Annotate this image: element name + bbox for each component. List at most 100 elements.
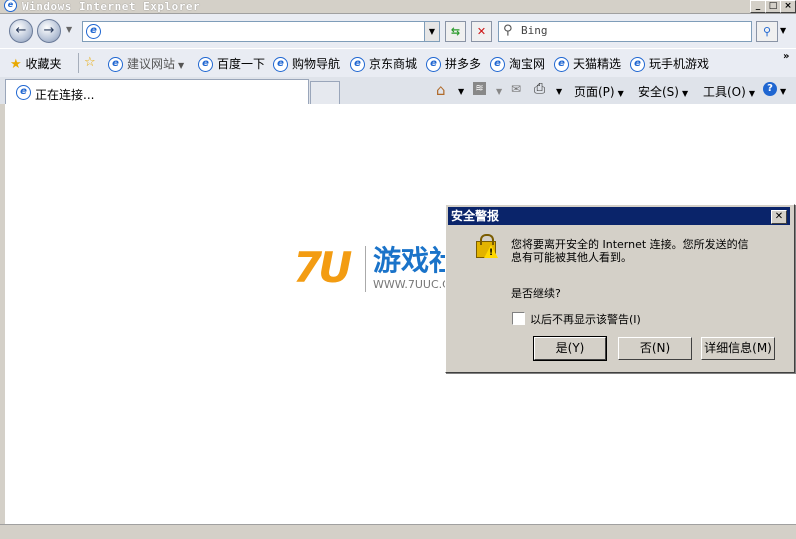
safety-menu[interactable]: 安全(S) ▼ <box>638 83 688 100</box>
tab-current[interactable]: e 正在连接... <box>5 79 309 105</box>
security-alert-dialog: 安全警报 ✕ ! 您将要离开安全的 Internet 连接。您所发送的信 息有可… <box>445 204 795 373</box>
yes-button[interactable]: 是(Y) <box>533 336 607 361</box>
window-title: Windows Internet Explorer <box>22 0 201 13</box>
fav-label: 玩手机游戏 <box>649 57 710 71</box>
fav-item-taobao[interactable]: e 淘宝网 <box>490 55 545 72</box>
rss-icon: ≋ <box>475 83 484 94</box>
add-star-icon: ☆ <box>84 55 96 70</box>
help-button[interactable]: ? <box>763 82 777 96</box>
favorites-button[interactable]: ★ 收藏夹 <box>10 55 62 72</box>
feeds-button[interactable]: ≋ <box>473 82 486 95</box>
ie-page-icon: e <box>273 57 288 72</box>
stop-icon: ✕ <box>476 25 487 38</box>
home-icon: ⌂ <box>436 81 446 99</box>
address-dropdown-button[interactable]: ▼ <box>424 22 439 41</box>
dialog-close-button[interactable]: ✕ <box>771 210 787 224</box>
close-window-button[interactable]: × <box>780 0 796 13</box>
dialog-title-bar: 安全警报 ✕ <box>448 207 790 225</box>
stop-button[interactable]: ✕ <box>471 21 492 42</box>
home-button[interactable]: ⌂ <box>436 81 446 99</box>
safety-menu-label: 安全(S) <box>638 85 679 99</box>
ie-page-icon: e <box>490 57 505 72</box>
chevron-down-icon: ▼ <box>178 61 185 70</box>
minimize-button[interactable]: _ <box>750 0 766 13</box>
mail-icon: ✉ <box>511 82 522 96</box>
mail-button[interactable]: ✉ <box>511 82 521 96</box>
dialog-message-line2: 息有可能被其他人看到。 <box>511 251 632 264</box>
ie-page-icon: e <box>630 57 645 72</box>
star-icon: ★ <box>10 57 22 72</box>
printer-icon: ⎙ <box>534 81 546 97</box>
fav-label: 京东商城 <box>369 57 418 71</box>
fav-item-shopping[interactable]: e 购物导航 <box>273 55 340 72</box>
home-dropdown[interactable]: ▼ <box>458 87 464 96</box>
search-icon: ⚲ <box>503 23 513 38</box>
refresh-button[interactable]: ⇆ <box>445 21 466 42</box>
ie-page-icon: e <box>554 57 569 72</box>
fav-label: 百度一下 <box>217 57 266 71</box>
fav-item-suggested[interactable]: e 建议网站 ▼ <box>108 55 184 72</box>
more-favorites-chevron-icon[interactable]: » <box>783 51 789 62</box>
dialog-question: 是否继续? <box>511 287 561 300</box>
tools-menu[interactable]: 工具(O) ▼ <box>703 83 755 100</box>
fav-label: 购物导航 <box>292 57 341 71</box>
search-options-dropdown[interactable]: ▼ <box>780 26 786 35</box>
back-button[interactable]: ← <box>9 19 33 43</box>
forward-arrow-icon: → <box>43 23 55 38</box>
tab-title: 正在连接... <box>35 88 95 102</box>
logo-mark: 7U <box>293 243 352 292</box>
address-toolbar: ← → ▼ e ▼ ⇆ ✕ ⚲ Bing ⚲ ▼ <box>0 14 796 48</box>
fav-label: 天猫精选 <box>573 57 622 71</box>
help-dropdown[interactable]: ▼ <box>780 87 786 96</box>
details-button[interactable]: 详细信息(M) <box>701 337 775 360</box>
feeds-dropdown[interactable]: ▼ <box>496 87 502 96</box>
no-button[interactable]: 否(N) <box>618 337 692 360</box>
recent-pages-dropdown[interactable]: ▼ <box>66 25 72 34</box>
fav-item-jd[interactable]: e 京东商城 <box>350 55 417 72</box>
dialog-title: 安全警报 <box>451 209 500 223</box>
dont-show-again-label[interactable]: 以后不再显示该警告(I) <box>530 311 641 327</box>
new-tab-button[interactable] <box>310 81 340 105</box>
magnifier-icon: ⚲ <box>762 25 772 38</box>
tools-menu-label: 工具(O) <box>703 85 746 99</box>
chevron-down-icon: ▼ <box>617 89 624 98</box>
ie-logo-icon: e <box>4 0 17 12</box>
chevron-down-icon: ▼ <box>748 89 755 98</box>
page-menu[interactable]: 页面(P) ▼ <box>574 83 624 100</box>
fav-item-mobile-games[interactable]: e 玩手机游戏 <box>630 55 709 72</box>
add-favorite-button[interactable]: ☆ <box>84 55 96 70</box>
ie-page-icon: e <box>198 57 213 72</box>
favorites-label: 收藏夹 <box>25 57 62 71</box>
page-menu-label: 页面(P) <box>574 85 615 99</box>
fav-label: 建议网站 <box>127 57 176 71</box>
page-ie-icon: e <box>86 24 101 39</box>
tab-row: e 正在连接... ⌂ ▼ ≋ ▼ ✉ ⎙ ▼ 页面(P) ▼ 安全(S) ▼ 工具… <box>0 77 796 105</box>
back-arrow-icon: ← <box>15 23 27 38</box>
ie-page-icon: e <box>108 57 123 72</box>
lock-warning-icon: ! <box>474 233 500 259</box>
search-input[interactable]: ⚲ Bing <box>498 21 752 42</box>
favorites-bar: ★ 收藏夹 ☆ e 建议网站 ▼ e 百度一下 e 购物导航 e 京东商城 e 拼多多 e淘… <box>0 48 796 77</box>
ie-page-icon: e <box>350 57 365 72</box>
divider <box>78 53 79 73</box>
maximize-button[interactable]: □ <box>765 0 781 13</box>
print-button[interactable]: ⎙ <box>534 81 545 97</box>
search-button[interactable]: ⚲ <box>756 21 778 42</box>
tab-ie-icon: e <box>16 85 31 100</box>
fav-item-baidu[interactable]: e 百度一下 <box>198 55 265 72</box>
window-title-bar: e Windows Internet Explorer _ □ × <box>0 0 796 14</box>
status-bar <box>0 524 796 539</box>
close-icon: ✕ <box>774 211 784 222</box>
dont-show-again-checkbox[interactable] <box>512 312 525 325</box>
fav-item-pinduoduo[interactable]: e 拼多多 <box>426 55 481 72</box>
print-dropdown[interactable]: ▼ <box>556 87 562 96</box>
fav-label: 淘宝网 <box>509 57 546 71</box>
chevron-down-icon: ▼ <box>681 89 689 98</box>
help-icon: ? <box>767 83 773 94</box>
logo-divider <box>365 246 366 292</box>
refresh-icon: ⇆ <box>450 25 461 38</box>
fav-item-tmall[interactable]: e 天猫精选 <box>554 55 621 72</box>
fav-label: 拼多多 <box>445 57 482 71</box>
address-input[interactable]: e ▼ <box>82 21 440 42</box>
forward-button[interactable]: → <box>37 19 61 43</box>
